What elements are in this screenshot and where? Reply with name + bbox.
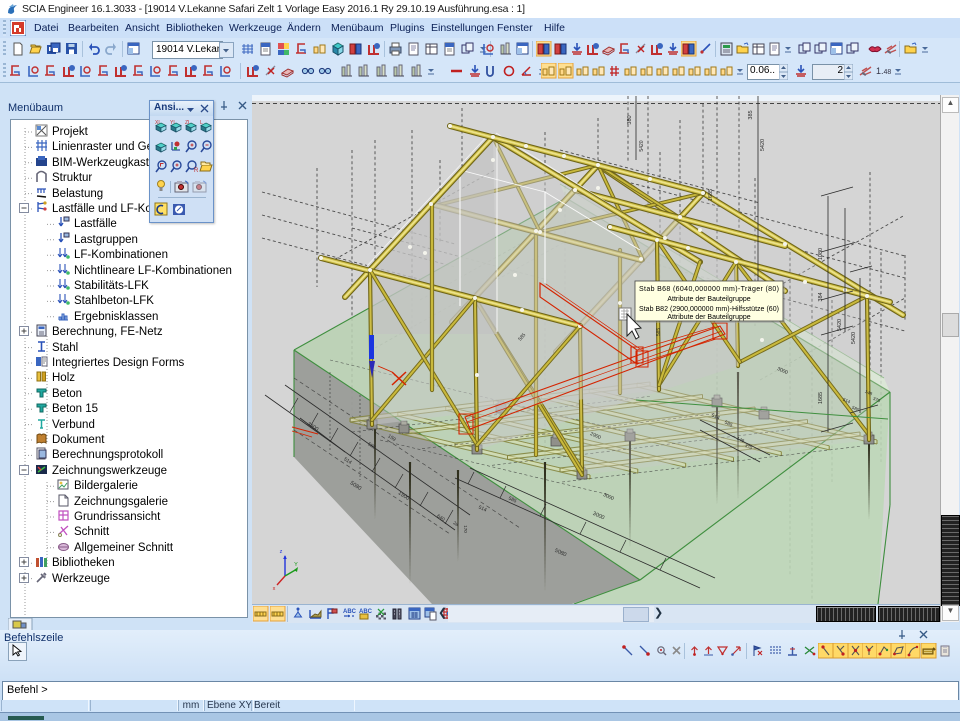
svg-text:1685: 1685 bbox=[818, 392, 824, 404]
svg-text:Attribute der Bauteilgruppe: Attribute der Bauteilgruppe bbox=[667, 296, 750, 303]
svg-text:Attribute der Bauteilgruppe: Attribute der Bauteilgruppe bbox=[667, 314, 750, 321]
svg-text:170: 170 bbox=[463, 525, 468, 533]
svg-text:5420: 5420 bbox=[760, 139, 766, 151]
svg-text:5420: 5420 bbox=[837, 319, 843, 331]
svg-text:z: z bbox=[280, 549, 283, 555]
svg-text:1685: 1685 bbox=[708, 189, 714, 201]
svg-text:5420: 5420 bbox=[639, 140, 645, 151]
svg-text:384: 384 bbox=[818, 292, 824, 301]
svg-text:ABC: ABC bbox=[343, 609, 357, 615]
svg-text:380: 380 bbox=[627, 115, 633, 124]
svg-text:Stab B68 (6040,000000 mm)-Träg: Stab B68 (6040,000000 mm)-Träger (80) bbox=[639, 286, 779, 293]
svg-text:585: 585 bbox=[656, 328, 662, 337]
svg-text:x: x bbox=[273, 586, 276, 592]
svg-text:5420: 5420 bbox=[851, 332, 857, 344]
svg-text:1080: 1080 bbox=[818, 248, 824, 260]
svg-text:R: R bbox=[194, 168, 198, 173]
svg-text:Y: Y bbox=[294, 562, 298, 568]
svg-text:385: 385 bbox=[748, 110, 754, 119]
svg-text:Stab B82 (2900,000000 mm)-Hilf: Stab B82 (2900,000000 mm)-Hilfsstütze (6… bbox=[639, 306, 779, 313]
